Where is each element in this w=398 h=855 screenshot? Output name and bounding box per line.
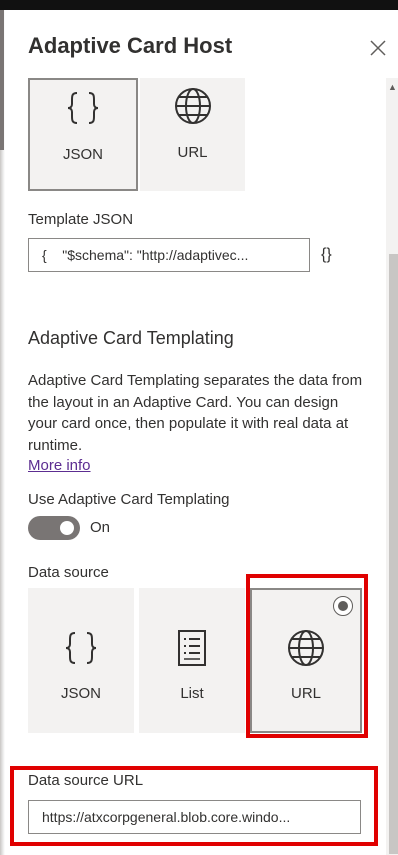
data-source-list-label: List — [180, 685, 204, 702]
use-templating-label: Use Adaptive Card Templating — [28, 491, 230, 508]
close-button[interactable] — [366, 36, 390, 60]
edit-json-button[interactable]: {} — [321, 246, 332, 264]
panel-title: Adaptive Card Host — [28, 33, 233, 58]
data-source-label: Data source — [28, 564, 109, 581]
curly-braces-icon — [65, 632, 97, 664]
globe-icon — [174, 88, 211, 124]
templating-description: Adaptive Card Templating separates the d… — [28, 372, 363, 454]
close-icon — [370, 40, 386, 56]
data-source-json-tile[interactable]: JSON — [28, 588, 134, 733]
curly-braces-icon — [67, 92, 99, 124]
background-page-edge — [0, 10, 4, 150]
template-source-url-label: URL — [177, 144, 208, 161]
scroll-thumb[interactable] — [389, 254, 398, 854]
data-source-json-label: JSON — [60, 685, 101, 702]
window-top-bar — [0, 0, 398, 10]
section-title-templating: Adaptive Card Templating — [28, 328, 234, 348]
highlight-data-source-url-field — [10, 766, 378, 846]
template-source-json-tile[interactable]: JSON — [28, 78, 138, 191]
template-json-label: Template JSON — [28, 211, 134, 228]
toggle-state-text: On — [90, 519, 111, 536]
data-source-list-tile[interactable]: List — [139, 588, 245, 733]
highlight-url-tile — [246, 574, 368, 738]
list-icon — [178, 630, 206, 666]
curly-braces-icon: {} — [321, 246, 332, 263]
template-source-url-tile[interactable]: URL — [140, 78, 245, 191]
use-templating-toggle[interactable] — [28, 516, 80, 540]
toggle-knob — [60, 521, 74, 535]
template-source-json-label: JSON — [62, 146, 103, 163]
scroll-up-arrow-icon[interactable]: ▲ — [388, 82, 397, 92]
template-json-input[interactable] — [28, 238, 310, 272]
more-info-link[interactable]: More info — [28, 457, 91, 474]
